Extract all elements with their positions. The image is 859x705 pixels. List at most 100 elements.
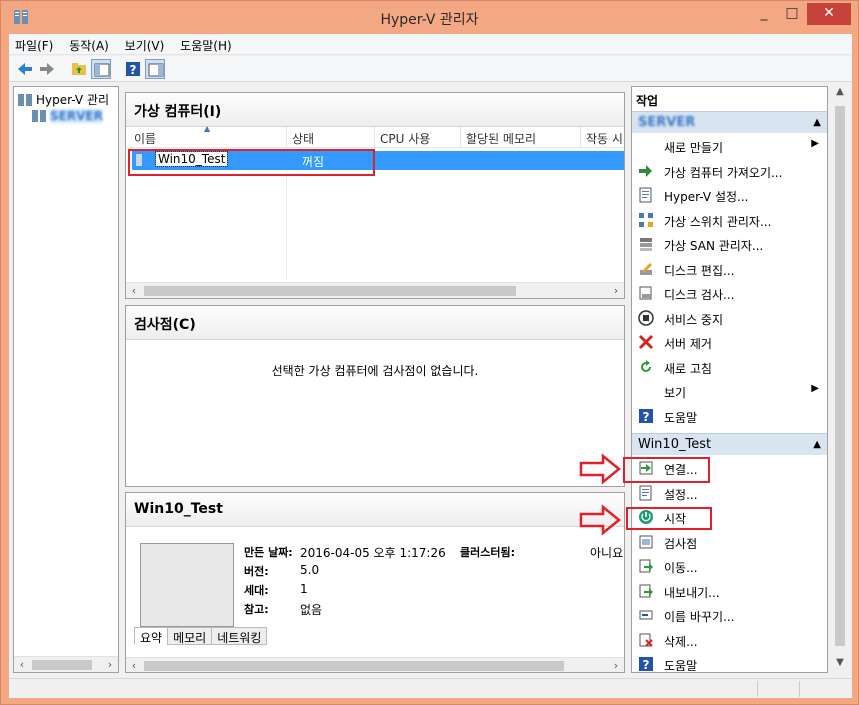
scroll-thumb[interactable]	[144, 661, 564, 671]
action-item[interactable]: Hyper-V 설정...	[632, 183, 827, 207]
action-item[interactable]: 서버 제거	[632, 330, 827, 354]
actions-group-vm[interactable]: Win10_Test ▲	[632, 433, 827, 455]
menu-file[interactable]: 파일(F)	[9, 34, 59, 54]
delete-icon	[639, 633, 653, 647]
actions-vscroll[interactable]: ▲ ▼	[832, 86, 848, 673]
maximize-button[interactable]: □	[779, 3, 805, 25]
scroll-left-icon[interactable]: ‹	[126, 283, 142, 299]
action-item-label: 내보내기...	[664, 585, 720, 600]
detail-pane-title: Win10_Test	[126, 493, 624, 527]
console-tree: Hyper-V 관리 SERVER ‹ ›	[13, 86, 119, 673]
collapse-icon[interactable]: ▲	[813, 439, 821, 450]
scroll-right-icon[interactable]: ›	[102, 657, 118, 673]
action-item[interactable]: ? 도움말	[632, 652, 827, 676]
action-item-label: 가상 스위치 관리자...	[664, 214, 772, 229]
action-item-label: 새로 만들기	[664, 141, 724, 155]
tree-server[interactable]: SERVER	[32, 109, 103, 123]
scroll-left-icon[interactable]: ‹	[126, 658, 142, 674]
action-item[interactable]: 설정...	[632, 481, 827, 505]
action-pane-icon[interactable]	[145, 59, 165, 79]
actions-title: 작업	[636, 94, 659, 108]
checkpoint-pane-title: 검사점(C)	[126, 306, 624, 340]
action-item[interactable]: 가상 스위치 관리자...	[632, 208, 827, 232]
scroll-thumb[interactable]	[144, 286, 516, 296]
close-button[interactable]: ✕	[807, 3, 851, 25]
back-icon[interactable]	[15, 59, 35, 79]
col-memory[interactable]: 할당된 메모리	[466, 130, 536, 147]
svg-text:?: ?	[130, 63, 137, 77]
window: Hyper-V 관리자 _ □ ✕ 파일(F) 동작(A) 보기(V) 도움말(…	[0, 0, 859, 705]
menu-view[interactable]: 보기(V)	[119, 34, 171, 54]
submenu-arrow-icon: ▶	[811, 138, 819, 149]
action-item[interactable]: 가상 컴퓨터 가져오기...	[632, 159, 827, 183]
action-item[interactable]: 디스크 검사...	[632, 281, 827, 305]
help-toolbar-icon[interactable]: ?	[123, 59, 143, 79]
tab-memory[interactable]: 메모리	[167, 627, 213, 645]
tab-networking[interactable]: 네트워킹	[211, 627, 268, 645]
scroll-thumb[interactable]	[32, 660, 92, 670]
action-item[interactable]: 내보내기...	[632, 579, 827, 603]
up-folder-icon[interactable]	[69, 59, 89, 79]
action-item[interactable]: 새로 만들기 ▶	[632, 134, 827, 158]
generation-label: 세대:	[244, 584, 269, 597]
toolbar: ?	[9, 56, 852, 82]
settings-icon	[639, 485, 652, 500]
action-item-label: 새로 고침	[664, 361, 712, 376]
action-item[interactable]: 새로 고침	[632, 355, 827, 379]
detail-hscroll[interactable]: ‹ ›	[126, 657, 624, 673]
action-item[interactable]: 이름 바꾸기...	[632, 603, 827, 627]
action-item[interactable]: 검사점	[632, 530, 827, 554]
scroll-right-icon[interactable]: ›	[608, 283, 624, 299]
action-item-label: 삭제...	[664, 634, 698, 649]
forward-icon[interactable]	[37, 59, 57, 79]
scroll-down-icon[interactable]: ▼	[832, 657, 848, 673]
stop-icon	[638, 309, 654, 326]
scroll-left-icon[interactable]: ‹	[14, 657, 30, 673]
cluster-value: 아니요	[590, 546, 624, 560]
scroll-up-icon[interactable]: ▲	[832, 86, 848, 102]
help-icon: ?	[639, 408, 653, 424]
scroll-right-icon[interactable]: ›	[608, 658, 624, 674]
san-icon	[640, 238, 652, 251]
action-item-label: 서비스 중지	[664, 312, 724, 327]
action-item[interactable]: 서비스 중지	[632, 306, 827, 330]
action-item[interactable]: ? 도움말	[632, 404, 827, 428]
console-tree-icon[interactable]	[91, 59, 111, 79]
export-icon	[639, 584, 653, 597]
tree-root[interactable]: Hyper-V 관리	[18, 91, 109, 108]
col-cpu[interactable]: CPU 사용	[380, 130, 430, 147]
col-uptime[interactable]: 작동 시	[586, 130, 623, 147]
vm-hscroll[interactable]: ‹ ›	[126, 282, 624, 298]
collapse-icon[interactable]: ▲	[813, 117, 821, 128]
action-item-label: 가상 SAN 관리자...	[664, 239, 764, 253]
menu-help[interactable]: 도움말(H)	[174, 34, 238, 54]
action-item[interactable]: 디스크 편집...	[632, 257, 827, 281]
sort-asc-icon: ▲	[204, 124, 211, 133]
action-item-label: 이름 바꾸기...	[664, 610, 735, 624]
checkpoint-empty-message: 선택한 가상 컴퓨터에 검사점이 없습니다.	[271, 364, 479, 378]
menu-action[interactable]: 동작(A)	[63, 34, 115, 54]
action-item-label: 도움말	[664, 410, 698, 425]
action-item-label: 보기	[664, 386, 687, 400]
created-label: 만든 날짜:	[244, 546, 293, 559]
tab-summary[interactable]: 요약	[134, 627, 169, 645]
action-item[interactable]: 가상 SAN 관리자...	[632, 232, 827, 256]
action-item[interactable]: 삭제...	[632, 628, 827, 652]
import-icon	[639, 164, 652, 177]
col-state[interactable]: 상태	[292, 130, 314, 147]
action-item[interactable]: 이동...	[632, 554, 827, 578]
action-item-label: Hyper-V 설정...	[664, 190, 749, 204]
minimize-button[interactable]: _	[751, 3, 777, 25]
scroll-thumb[interactable]	[835, 106, 845, 646]
annotation-connect-box	[623, 457, 710, 483]
action-item[interactable]: 보기 ▶	[632, 379, 827, 403]
actions-group-server[interactable]: SERVER ▲	[632, 111, 827, 133]
menu-bar: 파일(F) 동작(A) 보기(V) 도움말(H)	[9, 34, 852, 55]
tree-hscroll[interactable]: ‹ ›	[14, 656, 118, 672]
detail-pane: Win10_Test 만든 날짜: 2016-04-05 오후 1:17:26 …	[125, 492, 625, 673]
col-name[interactable]: 이름	[134, 130, 156, 147]
notes-value: 없음	[300, 603, 323, 617]
title-bar[interactable]: Hyper-V 관리자 _ □ ✕	[1, 1, 858, 34]
status-bar	[9, 678, 852, 698]
created-value: 2016-04-05 오후 1:17:26	[300, 546, 446, 560]
